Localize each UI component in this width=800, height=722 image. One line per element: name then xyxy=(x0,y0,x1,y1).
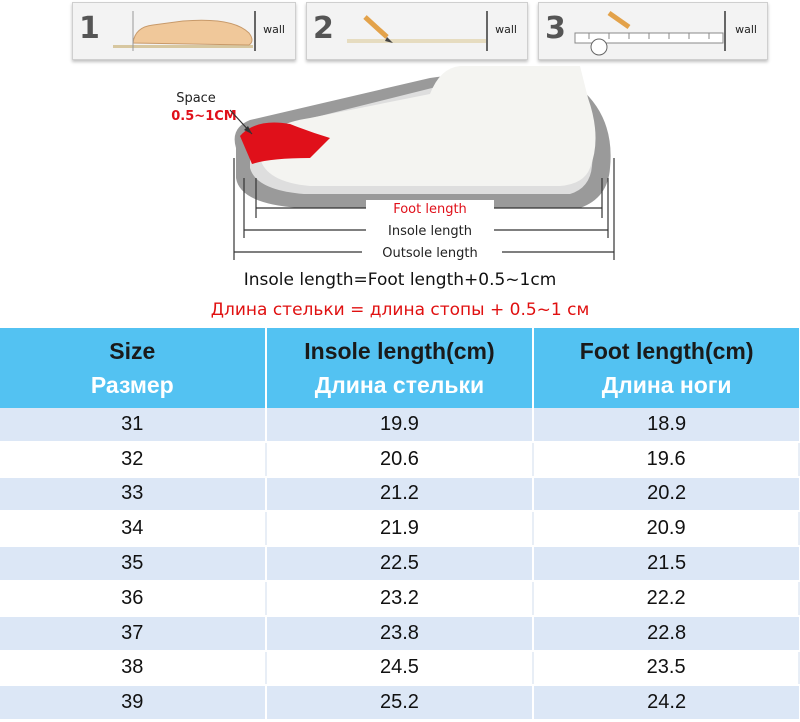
table-row: 38 24.5 23.5 xyxy=(0,650,800,687)
foot-cell: 21.5 xyxy=(533,546,799,582)
foot-on-paper-icon xyxy=(113,11,256,51)
outsole-length-label: Outsole length xyxy=(382,246,477,261)
table-row: 31 19.9 18.9 xyxy=(0,408,799,443)
insole-cell: 20.6 xyxy=(265,441,535,478)
header-size: Size Размер xyxy=(0,328,267,408)
foot-cell: 23.5 xyxy=(533,650,800,687)
size-cell: 39 xyxy=(0,685,267,722)
header-size-ru: Размер xyxy=(90,372,174,398)
header-insole-length: Insole length(cm) Длина стельки xyxy=(265,328,535,408)
table-row: 33 21.2 20.2 xyxy=(0,476,799,513)
header-insole-ru: Длина стельки xyxy=(314,372,485,398)
insole-formula-ru: Длина стельки = длина стопы + 0.5~1 см xyxy=(210,300,590,320)
space-label: Space xyxy=(176,91,216,106)
insole-length-label: Insole length xyxy=(388,224,472,239)
size-cell: 36 xyxy=(0,580,267,617)
pencil-mark-icon xyxy=(347,11,488,51)
wall-label: wall xyxy=(263,23,285,36)
foot-cell: 22.2 xyxy=(533,580,800,617)
header-insole-en: Insole length(cm) xyxy=(304,338,495,364)
size-cell: 35 xyxy=(0,546,267,582)
step-1-panel: 1 wall xyxy=(72,2,296,60)
space-value: 0.5~1CM xyxy=(171,109,236,124)
size-cell: 33 xyxy=(0,476,267,513)
size-chart-table: Size Размер Insole length(cm) Длина стельк… xyxy=(0,328,800,722)
insole-cell: 19.9 xyxy=(265,408,535,443)
insole-cell: 24.5 xyxy=(265,650,535,687)
ruler-measure-icon xyxy=(574,10,726,56)
table-row: 37 23.8 22.8 xyxy=(0,615,799,652)
foot-cell: 22.8 xyxy=(533,615,799,652)
insole-cell: 21.9 xyxy=(265,511,535,548)
foot-cell: 18.9 xyxy=(533,408,799,443)
foot-cell: 20.2 xyxy=(533,476,799,513)
wall-label: wall xyxy=(495,23,517,36)
size-cell: 38 xyxy=(0,650,267,687)
header-foot-length: Foot length(cm) Длина ноги xyxy=(533,328,799,408)
header-foot-ru: Длина ноги xyxy=(601,372,732,398)
size-cell: 34 xyxy=(0,511,267,548)
header-foot-en: Foot length(cm) xyxy=(579,338,754,364)
foot-cell: 24.2 xyxy=(533,685,799,722)
insole-cell: 23.2 xyxy=(265,580,535,617)
header-size-en: Size xyxy=(109,338,156,364)
insole-measurement-diagram: Foot length Insole length Outsole length… xyxy=(171,66,615,261)
table-row: 36 23.2 22.2 xyxy=(0,580,800,617)
size-chart-body: 31 19.9 18.9 32 20.6 19.6 33 21.2 20.2 34 21.9 2… xyxy=(0,408,800,722)
table-row: 32 20.6 19.6 xyxy=(0,441,800,478)
measurement-steps: 1 wall 2 wall 3 wall xyxy=(72,2,768,60)
insole-cell: 22.5 xyxy=(265,546,535,582)
insole-cell: 25.2 xyxy=(265,685,535,722)
step-2-panel: 2 wall xyxy=(306,2,528,60)
insole-cell: 21.2 xyxy=(265,476,535,513)
foot-cell: 19.6 xyxy=(533,441,800,478)
foot-cell: 20.9 xyxy=(533,511,800,548)
table-row: 39 25.2 24.2 xyxy=(0,685,799,722)
size-cell: 31 xyxy=(0,408,267,443)
step-3-panel: 3 wall xyxy=(538,2,768,60)
foot-length-label: Foot length xyxy=(393,202,467,217)
wall-label: wall xyxy=(735,23,757,36)
size-cell: 37 xyxy=(0,615,267,652)
size-chart-header: Size Размер Insole length(cm) Длина стельк… xyxy=(0,328,799,408)
table-row: 34 21.9 20.9 xyxy=(0,511,800,548)
insole-cell: 23.8 xyxy=(265,615,535,652)
size-cell: 32 xyxy=(0,441,267,478)
table-row: 35 22.5 21.5 xyxy=(0,546,799,582)
insole-formula-en: Insole length=Foot length+0.5~1cm xyxy=(243,270,557,290)
